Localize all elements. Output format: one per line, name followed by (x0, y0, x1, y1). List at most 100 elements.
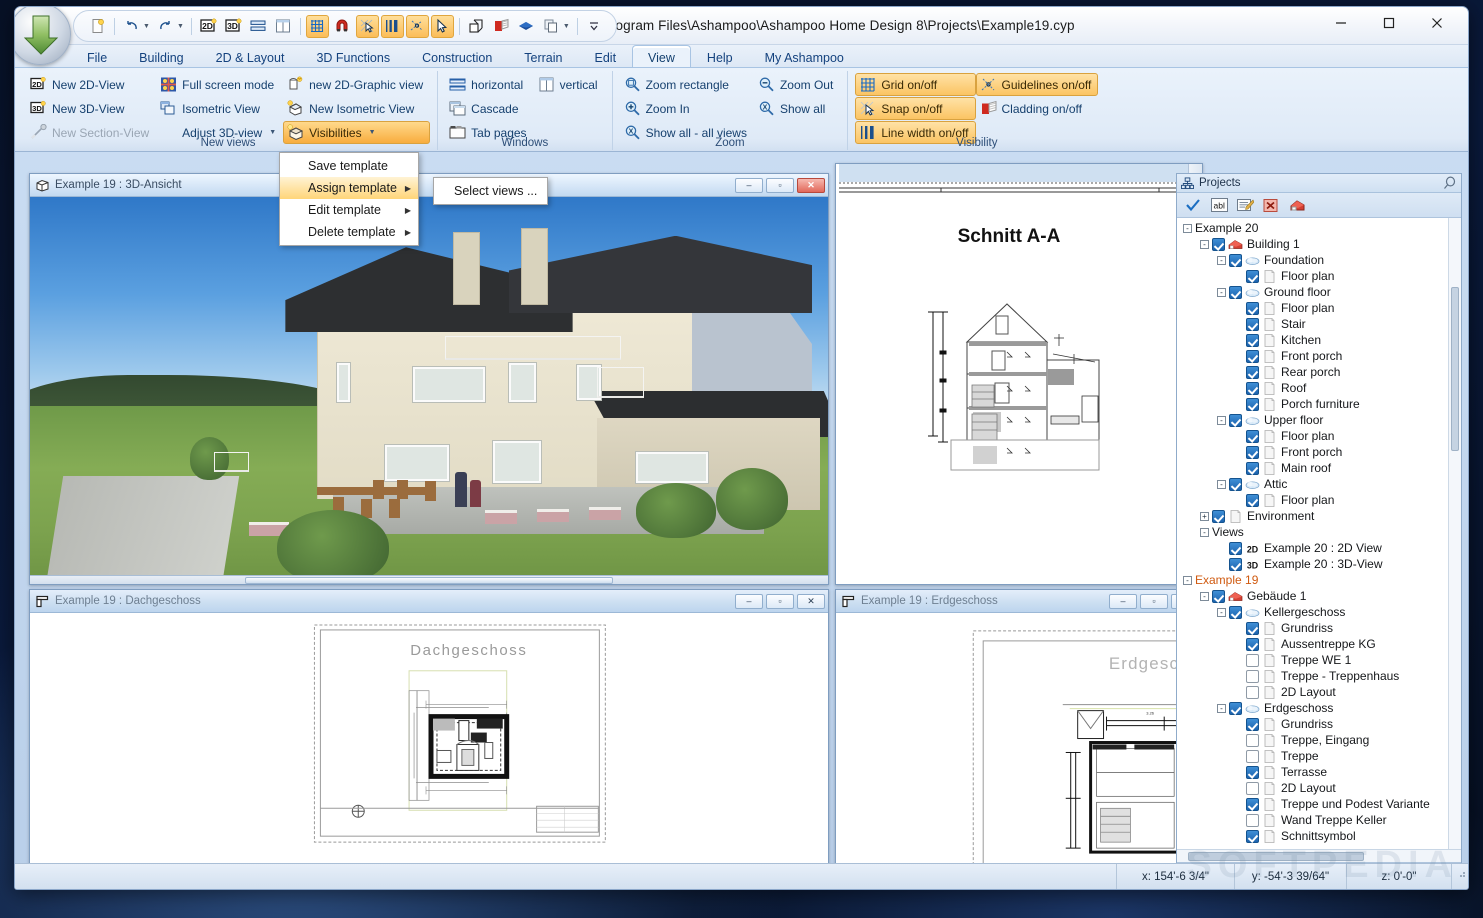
tree-item-checkbox[interactable] (1246, 765, 1259, 779)
tree-collapse-icon[interactable]: - (1217, 703, 1226, 713)
mdi-body-section[interactable]: Schnitt A-A (836, 164, 1202, 584)
tree-item[interactable]: + Environment (1181, 508, 1461, 524)
menu-item-select-views[interactable]: Select views ... (434, 180, 547, 202)
tree-item[interactable]: Front porch (1181, 348, 1461, 364)
ribbon-button-full-screen-mode[interactable]: Full screen mode (156, 73, 283, 96)
tree-item[interactable]: - Upper floor (1181, 412, 1461, 428)
tree-item[interactable]: - Example 20 (1181, 220, 1461, 236)
copy-icon[interactable] (540, 15, 563, 38)
tree-collapse-icon[interactable]: - (1183, 223, 1192, 233)
tree-item-checkbox[interactable] (1212, 509, 1225, 523)
tree-item-checkbox[interactable] (1246, 653, 1259, 667)
mdi-body-dachgeschoss[interactable]: Dachgeschoss (30, 613, 828, 880)
tree-item[interactable]: - Kellergeschoss (1181, 604, 1461, 620)
tree-item[interactable]: Treppe WE 1 (1181, 652, 1461, 668)
ribbon-button-new-2d-view[interactable]: 2D New 2D-View (26, 73, 156, 96)
ribbon-tab-edit[interactable]: Edit (579, 45, 633, 67)
mdi-window-dachgeschoss[interactable]: Example 19 : Dachgeschoss – ▫ ✕ Dachgesc… (29, 589, 829, 881)
tree-collapse-icon[interactable]: - (1200, 591, 1209, 601)
new-document-icon[interactable] (86, 15, 109, 38)
projects-tree[interactable]: - Example 20- Building 1- Foundation Floor p… (1177, 218, 1461, 849)
tree-item-checkbox[interactable] (1212, 589, 1225, 603)
ribbon-button-grid-on-off[interactable]: Grid on/off (855, 73, 976, 96)
tree-item[interactable]: Wand Treppe Keller (1181, 812, 1461, 828)
tree-item[interactable]: - Erdgeschoss (1181, 700, 1461, 716)
ribbon-tab-my-ashampoo[interactable]: My Ashampoo (749, 45, 860, 67)
new-2d-view-icon[interactable]: 2D (197, 15, 220, 38)
new-3d-view-icon[interactable]: 3D (222, 15, 245, 38)
tree-item[interactable]: Floor plan (1181, 268, 1461, 284)
vertical-tile-icon[interactable] (272, 15, 295, 38)
rename-abl-icon[interactable]: abl (1207, 195, 1231, 216)
tree-item[interactable]: Floor plan (1181, 492, 1461, 508)
tree-collapse-icon[interactable]: - (1217, 479, 1226, 489)
tree-item[interactable]: Treppe, Eingang (1181, 732, 1461, 748)
tree-item[interactable]: Rear porch (1181, 364, 1461, 380)
ribbon-tab-file[interactable]: File (71, 45, 123, 67)
tree-item[interactable]: 2D Example 20 : 2D View (1181, 540, 1461, 556)
magnet-snap-icon[interactable] (331, 15, 354, 38)
tree-item-checkbox[interactable] (1229, 701, 1242, 715)
tree-item-checkbox[interactable] (1246, 685, 1259, 699)
dropdown-caret-icon[interactable]: ▼ (369, 129, 376, 136)
tree-item-checkbox[interactable] (1246, 621, 1259, 635)
menu-item-delete-template[interactable]: Delete template ▶ (280, 221, 418, 243)
undo-dropdown-caret[interactable]: ▼ (143, 23, 152, 30)
tree-vertical-scrollbar[interactable] (1448, 218, 1461, 849)
menu-item-edit-template[interactable]: Edit template ▶ (280, 199, 418, 221)
mdi-body-3d-view[interactable] (30, 197, 828, 584)
mdi-minimize-erdgeschoss[interactable]: – (1109, 593, 1137, 609)
ribbon-button-horizontal[interactable]: horizontal (445, 73, 533, 96)
mdi-minimize-3d[interactable]: – (735, 177, 763, 193)
layer-icon[interactable] (515, 15, 538, 38)
ribbon-tab-3d-functions[interactable]: 3D Functions (300, 45, 406, 67)
tree-item[interactable]: - Example 19 (1181, 572, 1461, 588)
maximize-button[interactable] (1366, 7, 1412, 39)
ribbon-button-new-3d-view[interactable]: 3D New 3D-View (26, 97, 156, 120)
tree-collapse-icon[interactable]: - (1217, 255, 1226, 265)
tree-item[interactable]: - Foundation (1181, 252, 1461, 268)
tree-item[interactable]: 2D Layout (1181, 780, 1461, 796)
mdi-restore-3d[interactable]: ▫ (766, 177, 794, 193)
tree-item[interactable]: Stair (1181, 316, 1461, 332)
delete-icon[interactable] (1259, 195, 1283, 216)
close-button[interactable] (1414, 7, 1460, 39)
object-icon[interactable] (465, 15, 488, 38)
tree-item[interactable]: Front porch (1181, 444, 1461, 460)
tree-item[interactable]: Roof (1181, 380, 1461, 396)
tree-item-checkbox[interactable] (1246, 445, 1259, 459)
mdi-minimize-dachgeschoss[interactable]: – (735, 593, 763, 609)
ribbon-button-show-all[interactable]: X Show all (754, 97, 840, 120)
tree-collapse-icon[interactable]: - (1183, 575, 1192, 585)
ribbon-button-vertical[interactable]: vertical (534, 73, 605, 96)
tree-item-checkbox[interactable] (1212, 237, 1225, 251)
tree-item-checkbox[interactable] (1246, 349, 1259, 363)
tree-item[interactable]: - Building 1 (1181, 236, 1461, 252)
tree-item-checkbox[interactable] (1229, 253, 1242, 267)
tree-item[interactable]: 2D Layout (1181, 684, 1461, 700)
tree-item[interactable]: Aussentreppe KG (1181, 636, 1461, 652)
ribbon-tab-help[interactable]: Help (691, 45, 749, 67)
tree-collapse-icon[interactable]: - (1200, 527, 1209, 537)
mdi-body-erdgeschoss[interactable]: Erdgeschoss (836, 613, 1202, 880)
ribbon-button-zoom-out[interactable]: Zoom Out (754, 73, 840, 96)
mdi-restore-erdgeschoss[interactable]: ▫ (1140, 593, 1168, 609)
ribbon-button-new-2d-graphic-view[interactable]: new 2D-Graphic view (283, 73, 430, 96)
mdi-window-erdgeschoss[interactable]: Example 19 : Erdgeschoss – ▫ ✕ Erdgescho… (835, 589, 1203, 881)
tree-item[interactable]: - Attic (1181, 476, 1461, 492)
tree-item-checkbox[interactable] (1246, 397, 1259, 411)
tree-item[interactable]: 3D Example 20 : 3D-View (1181, 556, 1461, 572)
tree-horizontal-scrollbar[interactable] (1177, 849, 1461, 862)
redo-dropdown-caret[interactable]: ▼ (177, 23, 186, 30)
menu-item-assign-template[interactable]: Assign template ▶ (280, 177, 418, 199)
tree-item-checkbox[interactable] (1246, 461, 1259, 475)
tree-item-checkbox[interactable] (1246, 749, 1259, 763)
tree-item[interactable]: Schnittsymbol (1181, 828, 1461, 844)
building-icon[interactable] (1285, 195, 1309, 216)
tree-item[interactable]: Kitchen (1181, 332, 1461, 348)
check-all-icon[interactable] (1181, 195, 1205, 216)
mdi-titlebar-3d-view[interactable]: Example 19 : 3D-Ansicht – ▫ ✕ (30, 174, 828, 197)
tree-item-checkbox[interactable] (1246, 333, 1259, 347)
mdi-titlebar-erdgeschoss[interactable]: Example 19 : Erdgeschoss – ▫ ✕ (836, 590, 1202, 613)
ribbon-tab-view[interactable]: View (632, 45, 691, 67)
